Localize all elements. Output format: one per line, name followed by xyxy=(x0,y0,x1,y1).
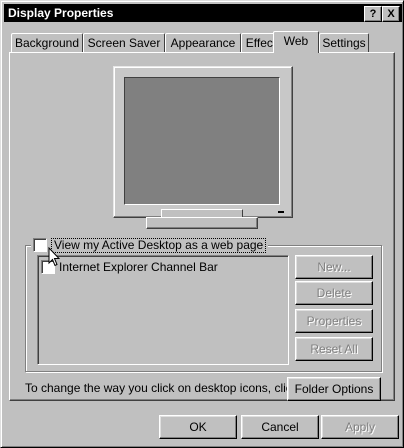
active-desktop-checkbox-row[interactable]: View my Active Desktop as a web page xyxy=(31,237,269,253)
active-desktop-label[interactable]: View my Active Desktop as a web page xyxy=(51,237,267,253)
apply-button[interactable]: Apply xyxy=(321,415,399,439)
reset-all-button[interactable]: Reset All xyxy=(295,337,373,361)
new-button[interactable]: New... xyxy=(295,255,373,279)
ok-button[interactable]: OK xyxy=(159,415,237,439)
title-bar: Display Properties ? X xyxy=(4,4,402,22)
cancel-button[interactable]: Cancel xyxy=(241,415,319,439)
folder-options-button[interactable]: Folder Options xyxy=(287,377,381,401)
tab-web[interactable]: Web xyxy=(273,31,319,53)
tab-screen-saver[interactable]: Screen Saver xyxy=(83,33,165,52)
active-desktop-items-list[interactable]: Internet Explorer Channel Bar xyxy=(37,255,289,365)
arrow-cursor-icon xyxy=(48,246,61,270)
monitor-power-led xyxy=(278,211,284,213)
help-button[interactable]: ? xyxy=(364,6,382,22)
monitor-screen xyxy=(124,77,280,205)
properties-button[interactable]: Properties xyxy=(295,309,373,333)
tab-settings[interactable]: Settings xyxy=(319,33,369,52)
window-title: Display Properties xyxy=(8,6,114,20)
display-properties-window: Display Properties ? X Background Screen… xyxy=(0,0,404,448)
channel-bar-label: Internet Explorer Channel Bar xyxy=(59,260,218,274)
tab-appearance[interactable]: Appearance xyxy=(165,33,241,52)
tab-background[interactable]: Background xyxy=(11,33,83,52)
close-button[interactable]: X xyxy=(382,6,400,22)
delete-button[interactable]: Delete xyxy=(295,281,373,305)
click-instructions: To change the way you click on desktop i… xyxy=(25,381,302,395)
monitor-preview-icon xyxy=(113,66,293,218)
list-item[interactable]: Internet Explorer Channel Bar xyxy=(41,260,218,274)
active-desktop-checkbox[interactable] xyxy=(33,238,47,252)
monitor-base xyxy=(146,217,258,229)
